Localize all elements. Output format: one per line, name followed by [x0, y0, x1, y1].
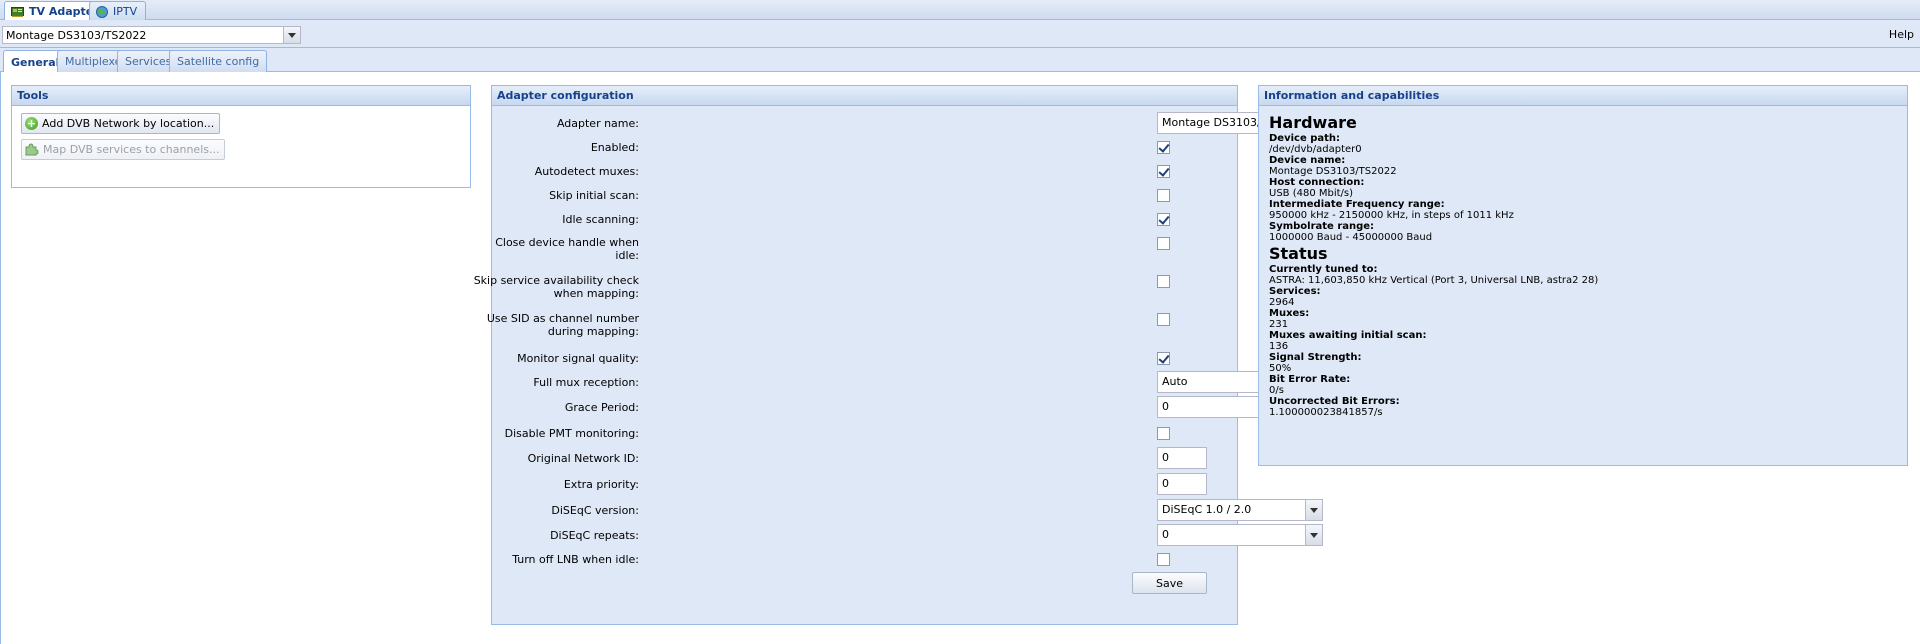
info-value: USB (480 Mbit/s)	[1269, 188, 1354, 199]
diseqc-version-select[interactable]: DiSEqC 1.0 / 2.0	[1157, 499, 1323, 521]
autodetect-muxes-label: Autodetect muxes:	[534, 165, 639, 178]
use-sid-checkbox[interactable]	[1157, 313, 1170, 326]
adapter-name-label: Adapter name:	[556, 117, 639, 130]
skip-service-check-checkbox[interactable]	[1157, 275, 1170, 288]
info-key: Muxes:	[1269, 308, 1310, 319]
info-key: Bit Error Rate:	[1269, 374, 1351, 385]
info-value: /dev/dvb/adapter0	[1269, 144, 1362, 155]
info-key: Device path:	[1269, 133, 1341, 144]
enabled-label: Enabled:	[590, 141, 639, 154]
dropdown-arrow-icon[interactable]	[1305, 500, 1322, 520]
info-panel: Information and capabilities Hardware De…	[1258, 85, 1908, 466]
full-mux-label: Full mux reception:	[533, 376, 639, 389]
add-dvb-network-button[interactable]: + Add DVB Network by location...	[21, 113, 221, 134]
enabled-checkbox[interactable]	[1157, 141, 1170, 154]
original-network-id-label: Original Network ID:	[527, 452, 639, 465]
info-key: Services:	[1269, 286, 1321, 297]
help-link[interactable]: Help	[1889, 28, 1914, 41]
autodetect-muxes-checkbox[interactable]	[1157, 165, 1170, 178]
info-value: Montage DS3103/TS2022	[1269, 166, 1397, 177]
adapter-select[interactable]: Montage DS3103/TS2022	[2, 26, 301, 44]
dropdown-arrow-icon[interactable]	[1305, 525, 1322, 545]
info-key: Intermediate Frequency range:	[1269, 199, 1445, 210]
globe-icon	[96, 5, 108, 18]
info-panel-title: Information and capabilities	[1259, 86, 1907, 106]
info-value: 2964	[1269, 297, 1295, 308]
tv-card-icon	[11, 6, 24, 17]
top-tab-bar: TV Adapters IPTV	[0, 0, 1920, 21]
map-dvb-services-button[interactable]: Map DVB services to channels...	[21, 139, 226, 160]
close-handle-checkbox[interactable]	[1157, 237, 1170, 250]
info-key: Device name:	[1269, 155, 1346, 166]
status-heading: Status	[1269, 244, 1328, 263]
monitor-signal-label: Monitor signal quality:	[517, 352, 639, 365]
map-dvb-services-label: Map DVB services to channels...	[43, 143, 220, 156]
tools-panel-title: Tools	[12, 86, 470, 106]
dropdown-arrow-icon[interactable]	[283, 27, 300, 43]
adapter-config-title: Adapter configuration	[492, 86, 1237, 106]
info-key: Host connection:	[1269, 177, 1365, 188]
info-value: 136	[1269, 341, 1289, 352]
sub-tab-bar: General Multiplexes Services Satellite c…	[0, 48, 1920, 73]
turn-off-lnb-label: Turn off LNB when idle:	[512, 553, 639, 566]
puzzle-icon	[25, 143, 39, 156]
add-dvb-network-label: Add DVB Network by location...	[42, 117, 215, 130]
hardware-heading: Hardware	[1269, 113, 1357, 132]
tab-services-label: Services	[125, 55, 172, 68]
extra-priority-label: Extra priority:	[563, 478, 639, 491]
add-icon: +	[25, 117, 38, 130]
close-handle-label: Close device handle when idle:	[495, 236, 639, 262]
tab-general-label: General	[11, 55, 60, 69]
main-content: Tools + Add DVB Network by location... M…	[0, 72, 1920, 644]
info-key: Uncorrected Bit Errors:	[1269, 396, 1400, 407]
diseqc-version-label: DiSEqC version:	[551, 504, 639, 517]
full-mux-value: Auto	[1162, 375, 1188, 388]
extra-priority-input[interactable]: 0	[1157, 473, 1207, 495]
diseqc-repeats-select[interactable]: 0	[1157, 524, 1323, 546]
info-value: 0/s	[1269, 385, 1284, 396]
idle-scanning-checkbox[interactable]	[1157, 213, 1170, 226]
original-network-id-input[interactable]: 0	[1157, 447, 1207, 469]
tools-panel-body: + Add DVB Network by location... Map DVB…	[12, 106, 470, 187]
diseqc-repeats-value: 0	[1162, 528, 1169, 541]
tab-satellite-config-label: Satellite config	[177, 55, 260, 68]
adapter-select-value: Montage DS3103/TS2022	[6, 29, 147, 42]
info-value: 1000000 Baud - 45000000 Baud	[1269, 232, 1433, 243]
info-panel-body: Hardware Device path: /dev/dvb/adapter0 …	[1259, 106, 1907, 465]
skip-service-check-label: Skip service availability check when map…	[473, 274, 639, 300]
grace-period-label: Grace Period:	[564, 401, 639, 414]
adapter-selector-bar: Montage DS3103/TS2022 Help	[0, 20, 1920, 48]
tab-iptv[interactable]: IPTV	[89, 1, 147, 21]
skip-initial-scan-checkbox[interactable]	[1157, 189, 1170, 202]
diseqc-repeats-label: DiSEqC repeats:	[550, 529, 639, 542]
info-value: 50%	[1269, 363, 1292, 374]
info-value: 1.100000023841857/s	[1269, 407, 1383, 418]
skip-initial-scan-label: Skip initial scan:	[549, 189, 639, 202]
turn-off-lnb-checkbox[interactable]	[1157, 553, 1170, 566]
monitor-signal-checkbox[interactable]	[1157, 352, 1170, 365]
info-value: 231	[1269, 319, 1289, 330]
info-key: Currently tuned to:	[1269, 264, 1378, 275]
info-key: Symbolrate range:	[1269, 221, 1375, 232]
tab-satellite-config[interactable]: Satellite config	[169, 50, 268, 72]
tools-panel: Tools + Add DVB Network by location... M…	[11, 85, 471, 188]
info-key: Signal Strength:	[1269, 352, 1362, 363]
info-value: ASTRA: 11,603,850 kHz Vertical (Port 3, …	[1269, 275, 1599, 286]
info-value: 950000 kHz - 2150000 kHz, in steps of 10…	[1269, 210, 1514, 221]
disable-pmt-label: Disable PMT monitoring:	[504, 427, 639, 440]
idle-scanning-label: Idle scanning:	[562, 213, 639, 226]
adapter-config-panel: Adapter configuration Adapter name: Mont…	[474, 85, 1407, 625]
save-button[interactable]: Save	[1132, 572, 1207, 594]
tab-iptv-label: IPTV	[113, 5, 138, 18]
disable-pmt-checkbox[interactable]	[1157, 427, 1170, 440]
diseqc-version-value: DiSEqC 1.0 / 2.0	[1162, 503, 1252, 516]
use-sid-label: Use SID as channel number during mapping…	[486, 312, 639, 338]
info-key: Muxes awaiting initial scan:	[1269, 330, 1427, 341]
